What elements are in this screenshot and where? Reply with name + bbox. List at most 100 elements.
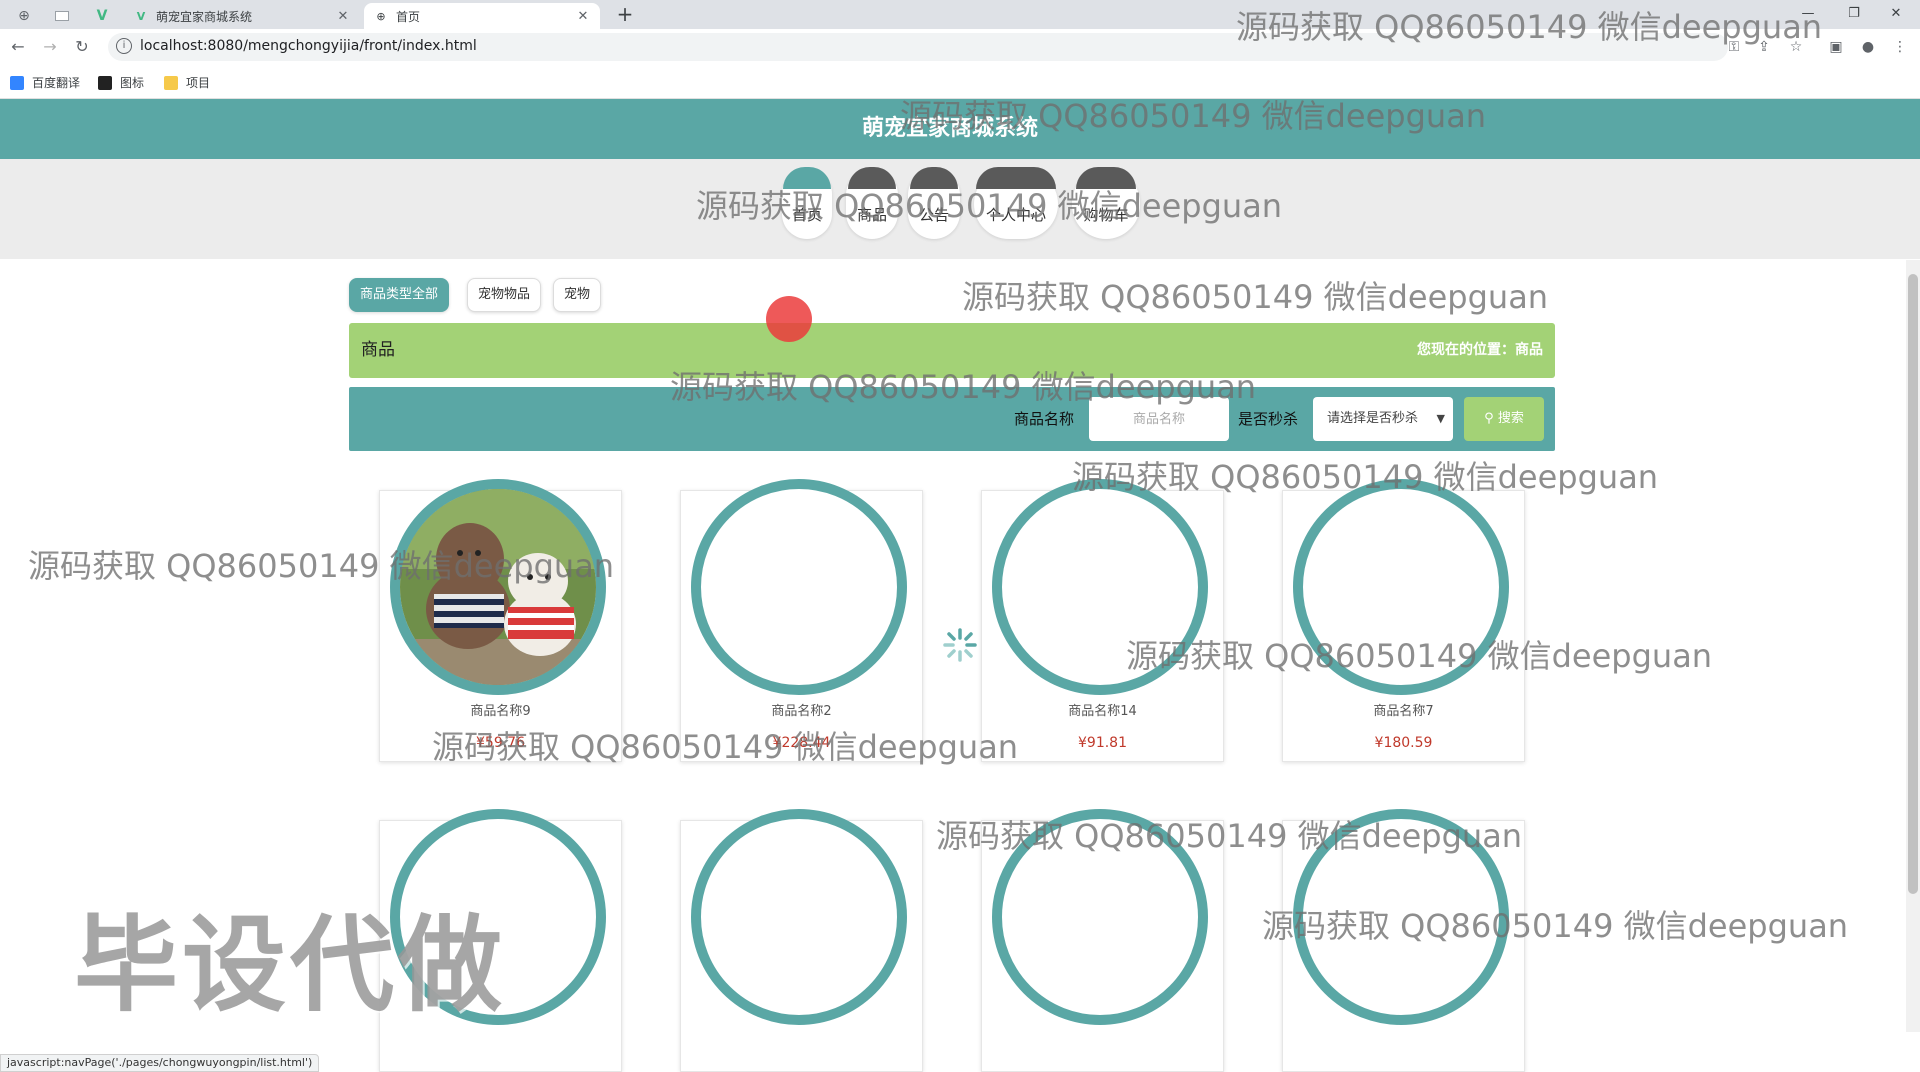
side-panel-icon[interactable]: ▣ bbox=[1824, 35, 1848, 59]
loading-spinner-icon bbox=[943, 628, 977, 662]
search-icon: ⚲ bbox=[1484, 411, 1494, 426]
product-price: ¥228.44 bbox=[772, 735, 831, 751]
cursor-click-marker bbox=[766, 296, 812, 342]
search-button-label: 搜索 bbox=[1497, 411, 1524, 426]
site-info-icon[interactable]: i bbox=[116, 38, 132, 54]
breadcrumb-bar: 商品 您现在的位置：商品 bbox=[349, 323, 1555, 378]
scrollbar-thumb[interactable] bbox=[1908, 274, 1918, 894]
menu-kebab-icon[interactable]: ⋮ bbox=[1888, 35, 1912, 59]
address-bar[interactable]: i localhost:8080/mengchongyijia/front/in… bbox=[108, 33, 1728, 61]
nav-cap-icon bbox=[910, 167, 958, 189]
nav-cart[interactable]: 购物车 bbox=[1072, 167, 1140, 239]
product-card[interactable] bbox=[1282, 809, 1525, 1072]
new-tab-button[interactable]: + bbox=[614, 3, 636, 25]
restore-icon[interactable]: ❐ bbox=[1834, 3, 1874, 25]
tab-home[interactable]: ⊕ 首页 ✕ bbox=[364, 3, 600, 29]
tab-title: 首页 bbox=[396, 9, 421, 24]
product-price: ¥59.76 bbox=[476, 735, 525, 751]
bookmark-baidu-translate[interactable]: 百度翻译 bbox=[10, 74, 80, 91]
key-icon[interactable]: ⚿ bbox=[1722, 35, 1746, 59]
nav-label: 个人中心 bbox=[985, 206, 1046, 224]
nav-cap-icon bbox=[783, 167, 831, 189]
pinned-tab-icon[interactable]: ⊕ bbox=[6, 3, 42, 29]
forward-icon[interactable]: → bbox=[38, 35, 62, 59]
category-all-button[interactable]: 商品类型全部 bbox=[349, 278, 450, 312]
pinned-tab-vue-icon[interactable]: V bbox=[84, 3, 120, 29]
product-card[interactable] bbox=[680, 809, 923, 1072]
nav-notices[interactable]: 公告 bbox=[908, 167, 960, 239]
nav-cap-icon bbox=[1076, 167, 1136, 189]
product-name: 商品名称9 bbox=[470, 704, 531, 719]
pinned-tab-blank-icon[interactable] bbox=[44, 3, 80, 29]
globe-icon: ⊕ bbox=[376, 9, 386, 23]
product-image bbox=[992, 479, 1208, 695]
bookmark-page-icon bbox=[98, 75, 112, 90]
reload-icon[interactable]: ↻ bbox=[70, 35, 94, 59]
watermark-text: 源码获取 QQ86050149 微信deepguan bbox=[962, 278, 1549, 316]
close-tab-icon[interactable]: ✕ bbox=[576, 9, 590, 24]
nav-label: 购物车 bbox=[1083, 206, 1129, 224]
close-window-icon[interactable]: ✕ bbox=[1876, 3, 1916, 25]
bookmark-icons[interactable]: 图标 bbox=[98, 74, 144, 91]
screen: { "browser": { "tabs": [ {"title": "萌宠宜家… bbox=[0, 0, 1920, 1072]
bookmark-project[interactable]: 项目 bbox=[164, 74, 210, 91]
profile-avatar-icon[interactable]: ● bbox=[1856, 35, 1880, 59]
tab-title: 萌宠宜家商城系统 bbox=[156, 9, 253, 24]
nav-label: 商品 bbox=[856, 206, 887, 224]
translate-icon bbox=[10, 75, 24, 90]
breadcrumb: 您现在的位置：商品 bbox=[1417, 342, 1543, 358]
browser-tab-strip: ⊕ V V 萌宠宜家商城系统 ✕ ⊕ 首页 ✕ + — ❐ ✕ bbox=[0, 0, 1920, 29]
product-price: ¥91.81 bbox=[1078, 735, 1127, 751]
tab-shop[interactable]: V 萌宠宜家商城系统 ✕ bbox=[124, 3, 360, 29]
select-value: 请选择是否秒杀 bbox=[1327, 411, 1419, 426]
bookmarks-bar: 百度翻译 图标 项目 bbox=[0, 65, 1920, 99]
vue-icon: V bbox=[136, 9, 146, 23]
site-header: 萌宠宜家商城系统 bbox=[0, 99, 1920, 159]
chevron-down-icon: ▼ bbox=[1436, 412, 1445, 425]
back-icon[interactable]: ← bbox=[6, 35, 30, 59]
minimize-icon[interactable]: — bbox=[1788, 3, 1828, 25]
share-icon[interactable]: ⇪ bbox=[1752, 35, 1776, 59]
dogs-photo-icon bbox=[400, 489, 596, 685]
flash-sale-select[interactable]: 请选择是否秒杀 ▼ bbox=[1313, 397, 1453, 441]
site-title: 萌宠宜家商城系统 bbox=[861, 116, 1038, 141]
nav-home[interactable]: 首页 bbox=[782, 167, 832, 239]
close-tab-icon[interactable]: ✕ bbox=[336, 9, 350, 24]
page-title: 商品 bbox=[361, 340, 395, 360]
category-pet-supplies-button[interactable]: 宠物物品 bbox=[467, 278, 542, 312]
name-label: 商品名称 bbox=[1014, 410, 1075, 428]
category-pets-button[interactable]: 宠物 bbox=[553, 278, 602, 312]
product-card[interactable]: 商品名称14 ¥91.81 bbox=[981, 479, 1224, 762]
nav-profile[interactable]: 个人中心 bbox=[974, 167, 1058, 239]
product-image bbox=[390, 479, 606, 695]
bookmark-label: 图标 bbox=[120, 76, 145, 90]
product-name-input[interactable] bbox=[1089, 397, 1229, 441]
product-image bbox=[691, 809, 907, 1025]
product-price: ¥180.59 bbox=[1374, 735, 1433, 751]
product-image bbox=[390, 809, 606, 1025]
browser-toolbar: ← → ↻ i localhost:8080/mengchongyijia/fr… bbox=[0, 29, 1920, 65]
bookmark-label: 百度翻译 bbox=[32, 76, 81, 90]
nav-cap-icon bbox=[976, 167, 1056, 189]
product-name: 商品名称7 bbox=[1373, 704, 1434, 719]
product-card[interactable]: 商品名称9 ¥59.76 bbox=[379, 479, 622, 762]
product-image bbox=[1293, 479, 1509, 695]
main-nav: 首页 商品 公告 个人中心 购物车 bbox=[0, 159, 1920, 259]
product-name: 商品名称2 bbox=[771, 704, 832, 719]
product-card[interactable]: 商品名称7 ¥180.59 bbox=[1282, 479, 1525, 762]
product-image bbox=[691, 479, 907, 695]
url-text: localhost:8080/mengchongyijia/front/inde… bbox=[140, 38, 477, 54]
product-image bbox=[992, 809, 1208, 1025]
bookmark-label: 项目 bbox=[186, 76, 211, 90]
nav-cap-icon bbox=[848, 167, 896, 189]
product-image bbox=[1293, 809, 1509, 1025]
product-name: 商品名称14 bbox=[1068, 704, 1137, 719]
nav-products[interactable]: 商品 bbox=[846, 167, 898, 239]
product-card[interactable] bbox=[379, 809, 622, 1072]
bookmark-star-icon[interactable]: ☆ bbox=[1784, 35, 1808, 59]
search-button[interactable]: ⚲ 搜索 bbox=[1464, 397, 1544, 441]
status-bar: javascript:navPage('./pages/chongwuyongp… bbox=[0, 1054, 320, 1072]
product-card[interactable]: 商品名称2 ¥228.44 bbox=[680, 479, 923, 762]
product-card[interactable] bbox=[981, 809, 1224, 1072]
nav-label: 首页 bbox=[791, 206, 822, 224]
